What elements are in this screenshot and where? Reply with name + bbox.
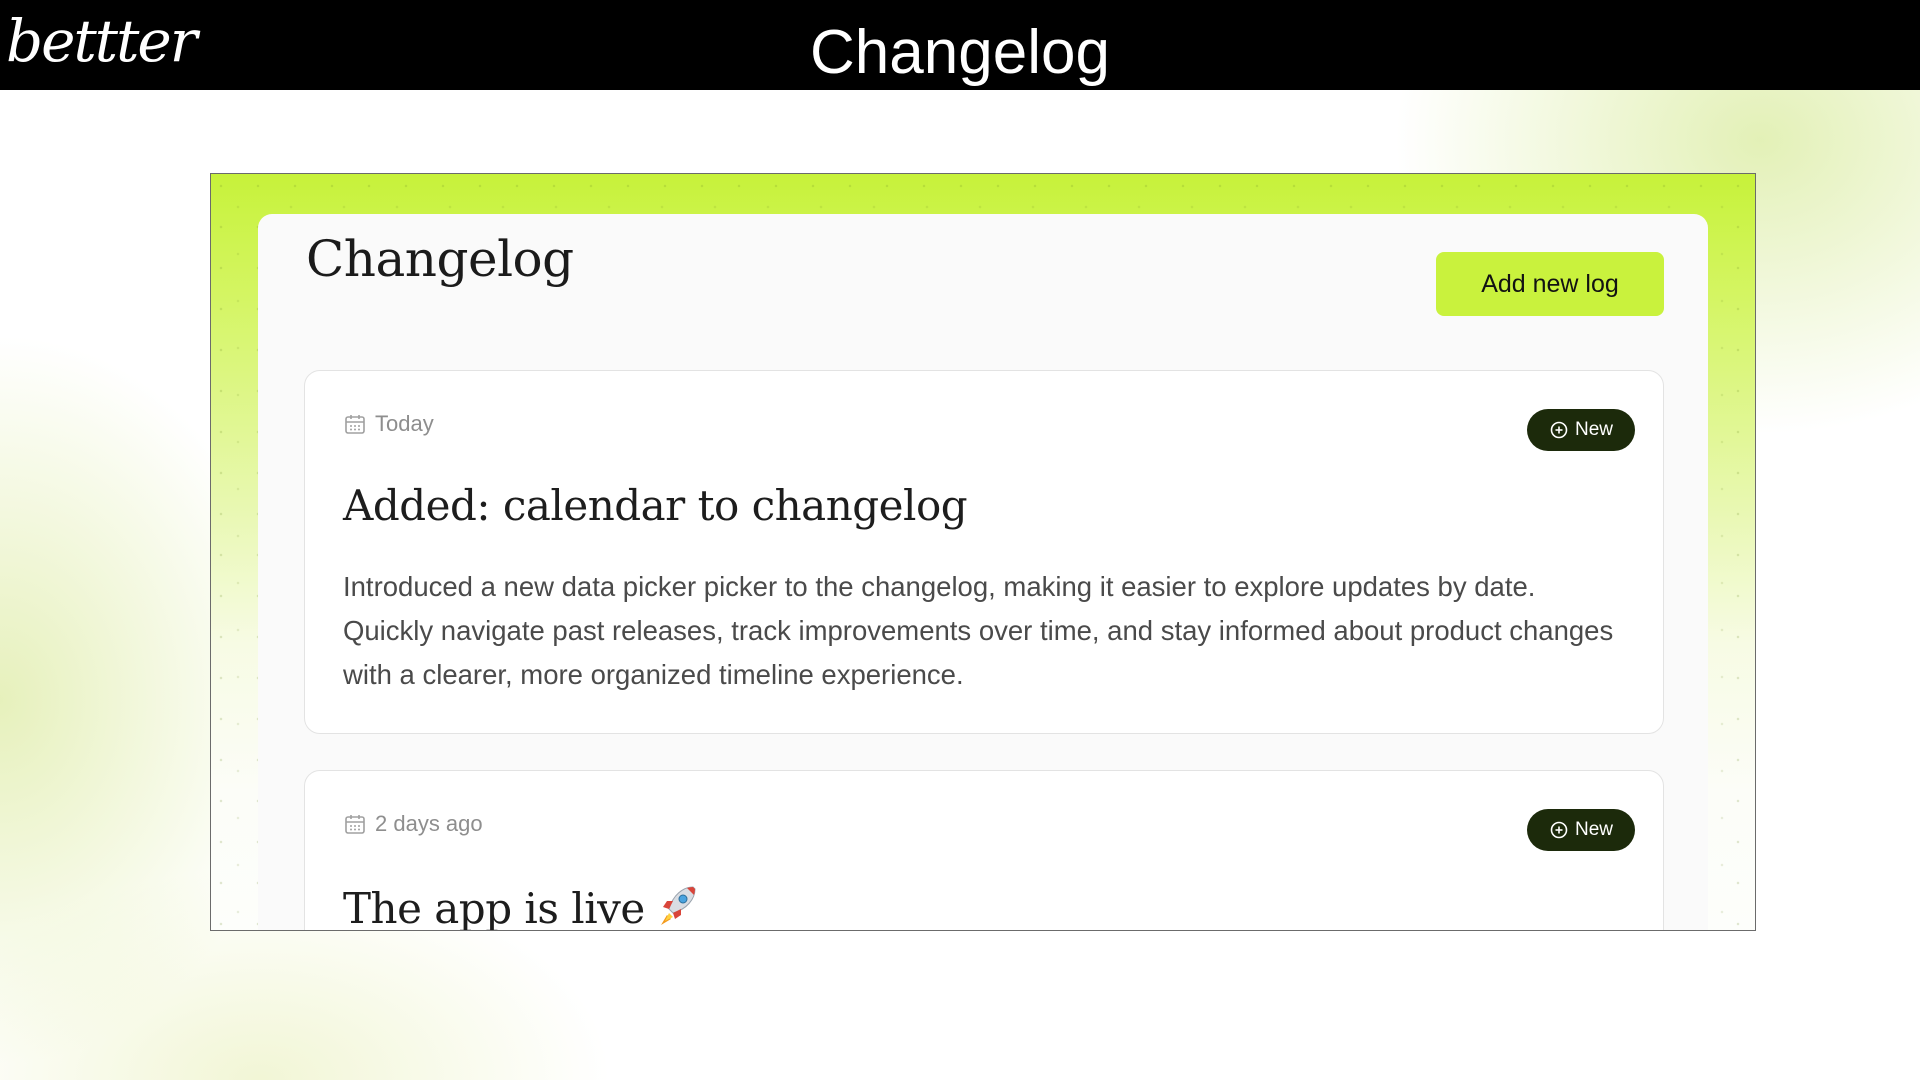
entry-description: Introduced a new data picker picker to t… [343,571,1614,690]
changelog-panel: Changelog Add new log Today New Added: c… [258,214,1708,931]
new-badge: New [1527,409,1635,451]
entry-date: Today [343,411,434,437]
new-badge: New [1527,809,1635,851]
slide-title: Changelog [810,18,1110,87]
entry-title: The app is live [343,881,701,931]
page-title: Changelog [306,230,574,288]
entry-title: Added: calendar to changelog [343,481,968,530]
entry-date-label: Today [375,411,434,436]
app-screenshot: Changelog Add new log Today New Added: c… [210,173,1756,931]
calendar-icon [345,415,365,434]
rocket-icon [660,886,696,925]
badge-label: New [1574,419,1613,440]
changelog-entry[interactable]: 2 days ago New The app is live [304,770,1664,931]
entry-date-label: 2 days ago [375,811,483,836]
changelog-entry[interactable]: Today New Added: calendar to changelog I… [304,370,1664,734]
add-new-log-button[interactable]: Add new log [1436,252,1664,316]
plus-circle-icon [1550,421,1568,439]
badge-label: New [1574,819,1613,840]
calendar-icon [345,815,365,834]
presentation-header: bettter Changelog [0,0,1920,90]
entry-title-text: The app is live [343,884,645,931]
entry-date: 2 days ago [343,811,483,837]
plus-circle-icon [1550,821,1568,839]
